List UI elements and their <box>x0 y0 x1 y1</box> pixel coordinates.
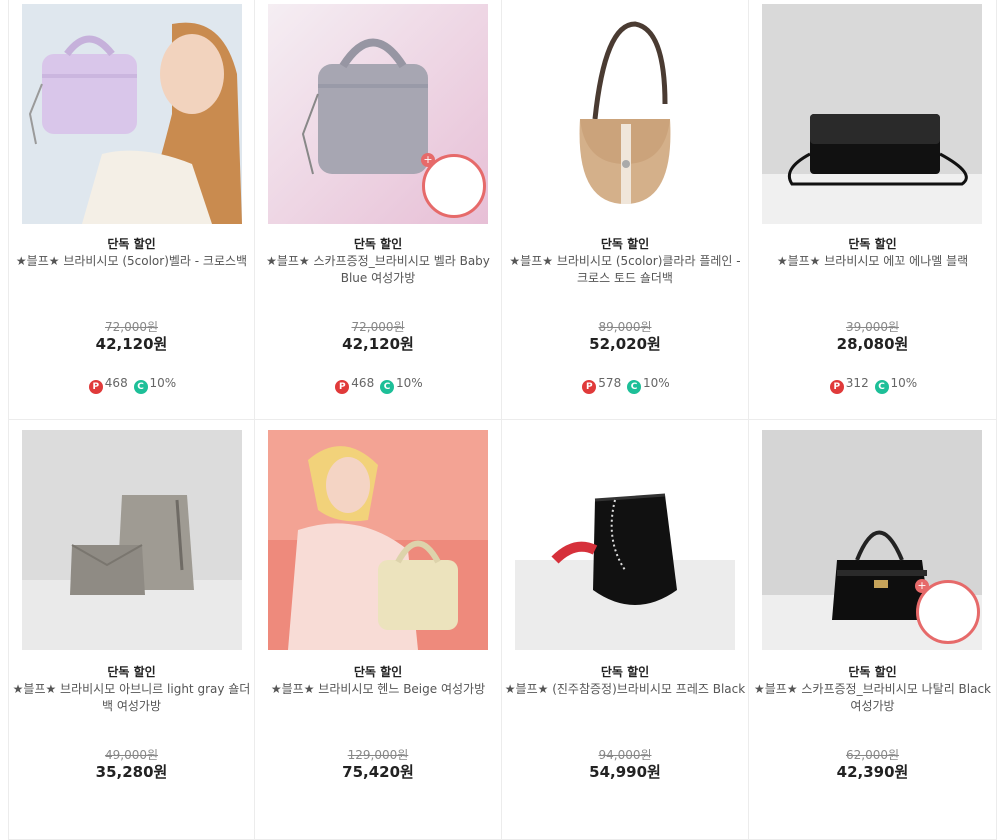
coupon-icon: C <box>627 380 642 394</box>
product-name[interactable]: ★블프★ 브라비시모 에꼬 에나멜 블랙 <box>749 252 996 287</box>
sale-price: 35,280원 <box>95 763 168 781</box>
coupon-value: 10% <box>890 376 918 390</box>
coupon-icon: C <box>874 380 889 394</box>
points-icon: P <box>582 380 597 394</box>
gift-badge-icon: + <box>915 579 980 644</box>
product-card[interactable]: 단독 할인 ★블프★ 브라비시모 아브니르 light gray 숄더백 여성가… <box>8 420 255 840</box>
points-value: 468 <box>351 376 375 390</box>
product-name[interactable]: ★블프★ 브라비시모 아브니르 light gray 숄더백 여성가방 <box>9 680 254 715</box>
sale-price: 42,120원 <box>342 335 414 353</box>
product-image[interactable] <box>515 4 735 224</box>
product-card[interactable]: 단독 할인 ★블프★ (진주참증정)브라비시모 프레즈 Black 94,000… <box>502 420 749 840</box>
points-icon: P <box>829 380 844 394</box>
product-grid: 단독 할인 ★블프★ 브라비시모 (5color)벨라 - 크로스백 72,00… <box>8 0 997 840</box>
discount-tag: 단독 할인 <box>600 237 650 251</box>
product-info: 단독 할인 ★블프★ (진주참증정)브라비시모 프레즈 Black <box>502 664 748 715</box>
benefit-badges: P 468 C 10% <box>9 376 254 394</box>
product-info: 단독 할인 ★블프★ 브라비시모 (5color)클라라 플레인 - 크로스 토… <box>502 236 748 287</box>
points-value: 312 <box>845 376 869 390</box>
benefit-badges: P 468 C 10% <box>255 376 501 394</box>
discount-tag: 단독 할인 <box>848 237 897 251</box>
sale-price: 75,420원 <box>342 763 414 781</box>
gift-badge-icon: + <box>421 153 486 218</box>
product-image[interactable] <box>22 4 242 224</box>
product-card[interactable]: 단독 할인 ★블프★ 브라비시모 에꼬 에나멜 블랙 39,000원 28,08… <box>749 0 997 420</box>
product-info: 단독 할인 ★블프★ 브라비시모 아브니르 light gray 숄더백 여성가… <box>9 664 254 715</box>
points-icon: P <box>335 380 350 394</box>
discount-tag: 단독 할인 <box>600 665 650 679</box>
product-image[interactable] <box>268 430 488 650</box>
coupon-value: 10% <box>643 376 670 390</box>
sale-price: 42,390원 <box>836 763 909 781</box>
product-name[interactable]: ★블프★ (진주참증정)브라비시모 프레즈 Black <box>502 680 748 715</box>
product-name[interactable]: ★블프★ 스카프증정_브라비시모 나탈리 Black 여성가방 <box>749 680 996 715</box>
sale-price: 54,990원 <box>589 763 661 781</box>
product-card[interactable]: + 단독 할인 ★블프★ 스카프증정_브라비시모 나탈리 Black 여성가방 … <box>749 420 997 840</box>
product-image[interactable] <box>22 430 242 650</box>
product-image[interactable]: + <box>268 4 488 224</box>
coupon-icon: C <box>133 380 148 394</box>
coupon-value: 10% <box>396 376 423 390</box>
product-name[interactable]: ★블프★ 브라비시모 헨느 Beige 여성가방 <box>255 680 501 715</box>
product-info: 단독 할인 ★블프★ 브라비시모 에꼬 에나멜 블랙 <box>749 236 996 287</box>
benefit-badges: P 578 C 10% <box>502 376 748 394</box>
product-info: 단독 할인 ★블프★ 브라비시모 헨느 Beige 여성가방 <box>255 664 501 715</box>
sale-price: 28,080원 <box>836 335 909 353</box>
product-image[interactable]: + <box>762 430 982 650</box>
product-info: 단독 할인 ★블프★ 스카프증정_브라비시모 나탈리 Black 여성가방 <box>749 664 996 715</box>
points-icon: P <box>88 380 103 394</box>
discount-tag: 단독 할인 <box>107 665 156 679</box>
product-image[interactable] <box>515 430 735 650</box>
discount-tag: 단독 할인 <box>107 237 156 251</box>
sale-price: 52,020원 <box>589 335 661 353</box>
coupon-icon: C <box>380 380 395 394</box>
product-card[interactable]: 단독 할인 ★블프★ 브라비시모 (5color)벨라 - 크로스백 72,00… <box>8 0 255 420</box>
discount-tag: 단독 할인 <box>848 665 897 679</box>
product-name[interactable]: ★블프★ 스카프증정_브라비시모 벨라 Baby Blue 여성가방 <box>255 252 501 287</box>
product-card[interactable]: + 단독 할인 ★블프★ 스카프증정_브라비시모 벨라 Baby Blue 여성… <box>255 0 502 420</box>
product-name[interactable]: ★블프★ 브라비시모 (5color)벨라 - 크로스백 <box>9 252 254 287</box>
product-card[interactable]: 단독 할인 ★블프★ 브라비시모 헨느 Beige 여성가방 129,000원 … <box>255 420 502 840</box>
product-info: 단독 할인 ★블프★ 브라비시모 (5color)벨라 - 크로스백 <box>9 236 254 287</box>
product-info: 단독 할인 ★블프★ 스카프증정_브라비시모 벨라 Baby Blue 여성가방 <box>255 236 501 287</box>
benefit-badges: P 312 C 10% <box>749 376 996 394</box>
sale-price: 42,120원 <box>95 335 168 353</box>
product-card[interactable]: 단독 할인 ★블프★ 브라비시모 (5color)클라라 플레인 - 크로스 토… <box>502 0 749 420</box>
product-image[interactable] <box>762 4 982 224</box>
points-value: 578 <box>598 376 622 390</box>
discount-tag: 단독 할인 <box>353 665 403 679</box>
product-name[interactable]: ★블프★ 브라비시모 (5color)클라라 플레인 - 크로스 토드 숄더백 <box>502 252 748 287</box>
coupon-value: 10% <box>149 376 177 390</box>
points-value: 468 <box>104 376 128 390</box>
discount-tag: 단독 할인 <box>353 237 403 251</box>
